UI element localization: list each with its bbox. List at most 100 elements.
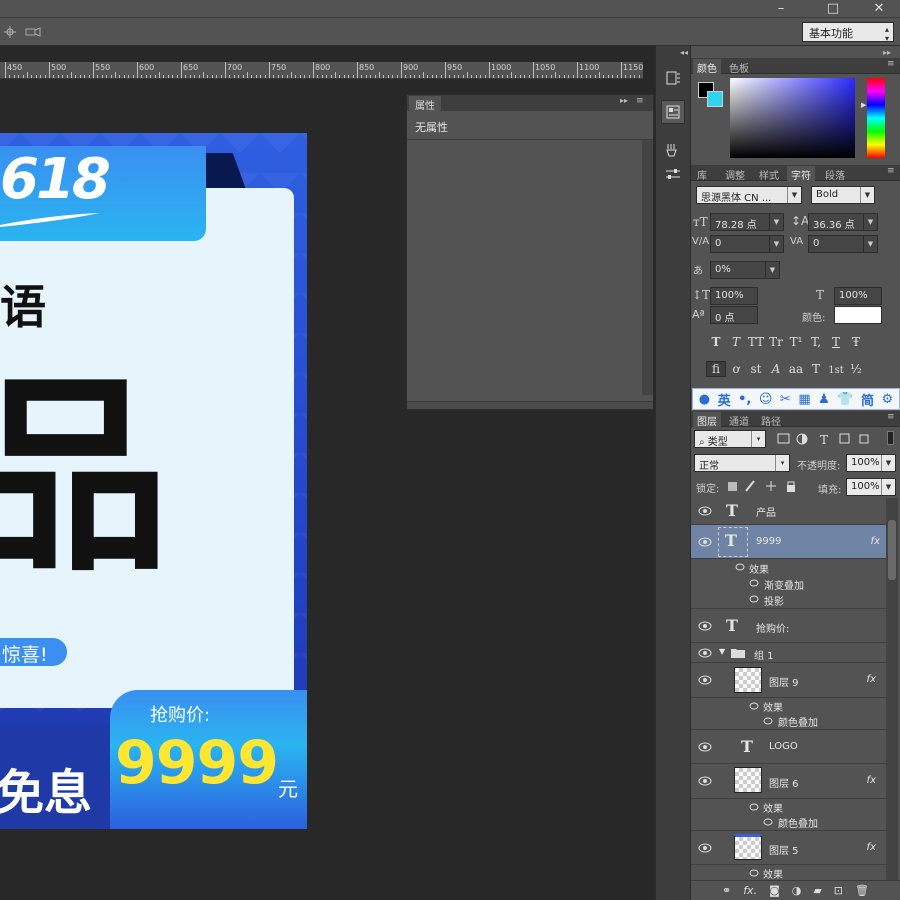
- stylistic-alternates-button[interactable]: aa: [786, 362, 806, 376]
- visibility-eye-icon[interactable]: [749, 579, 759, 587]
- tab-styles[interactable]: 样式: [755, 166, 783, 182]
- settings-icon[interactable]: ⚙: [881, 392, 893, 407]
- ime-punct-button[interactable]: •,: [738, 392, 751, 407]
- emoji-icon[interactable]: ☺: [759, 392, 773, 407]
- filter-toggle[interactable]: [887, 431, 894, 445]
- visibility-eye-icon[interactable]: [698, 621, 712, 631]
- properties-scrollbar[interactable]: [642, 140, 653, 395]
- vertical-scale-field[interactable]: 100%: [710, 287, 758, 305]
- blend-mode-select[interactable]: 正常 ▾: [694, 454, 790, 472]
- tsume-field[interactable]: 0% ▼: [710, 261, 780, 279]
- resize-handle[interactable]: [407, 401, 653, 409]
- brush-settings-icon[interactable]: [661, 138, 685, 162]
- small-caps-button[interactable]: Tr: [766, 335, 786, 349]
- superscript-button[interactable]: T¹: [786, 335, 806, 349]
- poster-canvas[interactable]: 618 语 品 惊喜! 免息 抢购价: 9999 元: [0, 133, 307, 829]
- group-row[interactable]: ▼ 组 1: [691, 643, 886, 663]
- visibility-eye-icon[interactable]: [749, 702, 759, 710]
- fill-field[interactable]: 100% ▼: [846, 478, 896, 496]
- old-style-button[interactable]: ơ: [726, 362, 746, 376]
- background-color-swatch[interactable]: [707, 91, 723, 107]
- visibility-eye-icon[interactable]: [698, 843, 712, 853]
- strikethrough-button[interactable]: Ŧ: [846, 335, 866, 349]
- discretionary-ligatures-button[interactable]: st: [746, 362, 766, 376]
- new-group-icon[interactable]: ▰: [813, 884, 821, 897]
- horizontal-scale-field[interactable]: 100%: [834, 287, 882, 305]
- layer-row[interactable]: T 产品: [691, 497, 886, 525]
- faux-bold-button[interactable]: T: [706, 335, 726, 349]
- screenshot-icon[interactable]: ✂: [780, 392, 791, 407]
- hue-slider[interactable]: [867, 78, 885, 158]
- layer-row[interactable]: 图层 6 fx: [691, 764, 886, 799]
- new-layer-icon[interactable]: ⊡: [834, 884, 843, 897]
- link-icon[interactable]: ⚭: [722, 884, 731, 897]
- tab-libraries[interactable]: 库: [693, 166, 711, 182]
- faux-italic-button[interactable]: T: [726, 335, 746, 349]
- tab-paths[interactable]: 路径: [757, 412, 785, 428]
- fx-icon[interactable]: fx: [867, 842, 876, 853]
- titling-alternates-button[interactable]: T: [806, 362, 826, 376]
- panel-menu-icon[interactable]: ≡: [636, 96, 644, 106]
- layer-row-selected[interactable]: T 9999 fx: [691, 525, 886, 559]
- text-color-swatch[interactable]: [834, 306, 882, 324]
- layer-filter-select[interactable]: ⌕ 类型 ▾: [694, 430, 766, 448]
- tab-adjustments[interactable]: 调整: [721, 166, 749, 182]
- maximize-button[interactable]: □: [810, 0, 856, 17]
- kerning-field[interactable]: 0 ▼: [710, 235, 784, 253]
- layer-filter-icons[interactable]: T: [776, 431, 876, 447]
- visibility-eye-icon[interactable]: [749, 869, 759, 877]
- font-size-field[interactable]: 78.28 点 ▼: [710, 213, 784, 231]
- trash-icon[interactable]: 🗑: [855, 884, 869, 897]
- layers-scroll-thumb[interactable]: [888, 520, 896, 580]
- effect-item[interactable]: 颜色叠加: [778, 714, 818, 729]
- ime-logo-icon[interactable]: ●: [699, 392, 710, 407]
- visibility-eye-icon[interactable]: [698, 675, 712, 685]
- underline-button[interactable]: T: [826, 335, 846, 349]
- user-icon[interactable]: ♟: [818, 392, 830, 407]
- color-spectrum-field[interactable]: [730, 78, 855, 158]
- collapse-icon[interactable]: ◂◂: [680, 48, 688, 57]
- visibility-eye-icon[interactable]: [735, 563, 745, 571]
- all-caps-button[interactable]: TT: [746, 335, 766, 349]
- leading-field[interactable]: 36.36 点 ▼: [808, 213, 878, 231]
- adjustment-layer-icon[interactable]: ◑: [792, 884, 802, 897]
- collapse-icon[interactable]: ▸▸: [620, 96, 628, 105]
- visibility-eye-icon[interactable]: [698, 537, 712, 547]
- fx-icon[interactable]: fx.: [743, 884, 757, 897]
- adjust-sliders-icon[interactable]: [661, 162, 685, 186]
- history-icon[interactable]: [661, 66, 685, 90]
- tab-color[interactable]: 颜色: [693, 59, 721, 75]
- visibility-eye-icon[interactable]: [698, 506, 712, 516]
- fx-icon[interactable]: fx: [871, 536, 880, 547]
- keyboard-icon[interactable]: ▦: [798, 392, 810, 407]
- fx-icon[interactable]: fx: [867, 674, 876, 685]
- 3d-mode-icons[interactable]: [2, 25, 42, 39]
- layer-row[interactable]: T LOGO: [691, 730, 886, 764]
- simplified-button[interactable]: 简: [861, 390, 874, 409]
- collapse-icon[interactable]: ▸▸: [883, 48, 891, 57]
- layer-row[interactable]: 图层 9 fx: [691, 663, 886, 698]
- mask-icon[interactable]: ◙: [769, 884, 780, 897]
- fractions-button[interactable]: ½: [846, 362, 866, 376]
- fx-icon[interactable]: fx: [867, 775, 876, 786]
- ordinals-button[interactable]: 1st: [826, 365, 846, 376]
- minimize-button[interactable]: –: [758, 0, 804, 17]
- visibility-eye-icon[interactable]: [749, 595, 759, 603]
- opacity-field[interactable]: 100% ▼: [846, 454, 896, 472]
- chevron-down-icon[interactable]: ▼: [719, 647, 725, 656]
- layer-row[interactable]: T 抢购价:: [691, 609, 886, 643]
- visibility-eye-icon[interactable]: [698, 776, 712, 786]
- visibility-eye-icon[interactable]: [763, 818, 773, 826]
- ime-language-button[interactable]: 英: [718, 390, 731, 409]
- subscript-button[interactable]: T,: [806, 335, 826, 349]
- workspace-select[interactable]: 基本功能 ▴ ▾: [802, 22, 894, 43]
- tab-layers[interactable]: 图层: [693, 412, 721, 428]
- properties-icon[interactable]: [661, 100, 685, 124]
- font-style-select[interactable]: Bold ▼: [811, 186, 875, 204]
- lock-icons[interactable]: [726, 479, 798, 493]
- tracking-field[interactable]: 0 ▼: [808, 235, 878, 253]
- visibility-eye-icon[interactable]: [698, 742, 712, 752]
- swash-button[interactable]: A: [766, 362, 786, 376]
- tab-properties[interactable]: 属性: [409, 96, 441, 112]
- skin-icon[interactable]: 👕: [837, 392, 853, 407]
